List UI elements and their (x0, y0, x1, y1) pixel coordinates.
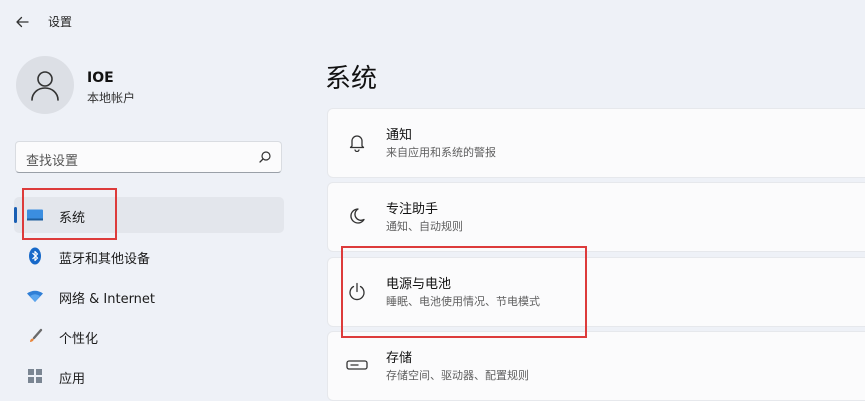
card-subtitle: 来自应用和系统的警报 (386, 146, 496, 159)
settings-card-storage[interactable]: 存储 存储空间、驱动器、配置规则 (327, 331, 865, 401)
card-title: 通知 (386, 128, 413, 143)
settings-card-focus-assist[interactable]: 专注助手 通知、自动规则 (327, 182, 865, 252)
sidebar-item-network[interactable]: 网络 & Internet (14, 278, 284, 314)
account-type: 本地帐户 (87, 91, 136, 105)
sidebar-item-apps[interactable]: 应用 (14, 358, 284, 394)
search-icon (259, 151, 271, 163)
sidebar-item-label: 个性化 (59, 332, 99, 347)
search-input[interactable]: 查找设置 (15, 141, 282, 173)
back-arrow-icon (16, 16, 29, 28)
sidebar-item-label: 应用 (59, 372, 86, 387)
card-subtitle: 通知、自动规则 (386, 220, 463, 233)
apps-icon (26, 368, 44, 384)
avatar[interactable] (16, 56, 74, 114)
network-icon (26, 288, 44, 304)
page-title: 系统 (325, 64, 378, 94)
bell-icon (346, 131, 368, 153)
brush-icon (26, 328, 44, 344)
selected-indicator (14, 207, 17, 223)
moon-icon (346, 205, 368, 227)
card-subtitle: 存储空间、驱动器、配置规则 (386, 369, 529, 382)
user-icon (31, 71, 59, 101)
sidebar-item-bluetooth[interactable]: 蓝牙和其他设备 (14, 238, 284, 274)
bluetooth-icon (26, 247, 44, 265)
sidebar-item-personalization[interactable]: 个性化 (14, 318, 284, 354)
storage-icon (346, 354, 368, 376)
search-placeholder: 查找设置 (26, 154, 79, 169)
highlight-box-power-battery (341, 246, 587, 338)
app-title: 设置 (48, 15, 73, 29)
settings-card-notifications[interactable]: 通知 来自应用和系统的警报 (327, 108, 865, 178)
card-title: 存储 (386, 351, 413, 366)
card-title: 专注助手 (386, 202, 439, 217)
back-button[interactable] (10, 10, 34, 34)
user-name: IOE (87, 70, 114, 86)
sidebar-item-label: 网络 & Internet (59, 292, 156, 307)
title-bar: 设置 (0, 0, 865, 44)
sidebar-item-label: 蓝牙和其他设备 (59, 252, 151, 267)
highlight-box-system (22, 188, 117, 240)
